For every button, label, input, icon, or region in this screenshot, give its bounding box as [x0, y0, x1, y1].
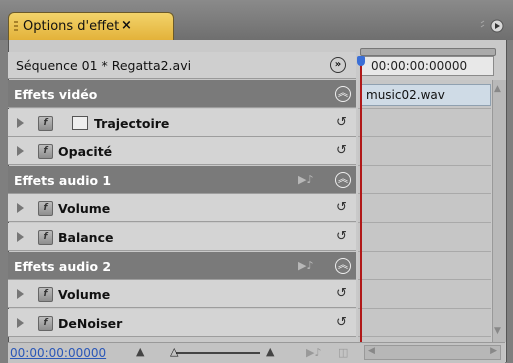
- audio-wave-icon: ▶♪: [298, 172, 314, 186]
- panel-menu-icon: [480, 19, 504, 33]
- zoom-in-icon[interactable]: ▲: [266, 345, 274, 358]
- sequence-header: Séquence 01 * Regatta2.avi »: [8, 52, 356, 79]
- fx-toggle-icon[interactable]: f: [38, 230, 53, 245]
- timeline-row-divider: [358, 250, 491, 252]
- timeline-timecode[interactable]: 00:00:00:00000: [360, 56, 494, 76]
- category-label: Effets vidéo: [14, 87, 98, 102]
- horizontal-scrollbar[interactable]: ◀ ▶: [364, 345, 501, 360]
- timeline-row-divider: [358, 164, 491, 166]
- effect-label: Volume: [58, 287, 111, 303]
- panel-menu-button[interactable]: [477, 18, 505, 34]
- timeline-area[interactable]: [358, 80, 491, 342]
- expand-triangle-icon[interactable]: [17, 232, 24, 242]
- zoom-slider-track[interactable]: [176, 352, 260, 354]
- expand-triangle-icon[interactable]: [17, 203, 24, 214]
- expand-triangle-icon[interactable]: [17, 117, 24, 128]
- collapse-category-icon[interactable]: ︽: [335, 171, 351, 188]
- timeline-ruler[interactable]: [360, 48, 496, 56]
- timeline-row-divider: [358, 307, 491, 309]
- fx-toggle-icon[interactable]: f: [38, 287, 53, 303]
- zoom-slider-thumb-icon[interactable]: △: [170, 345, 178, 358]
- effect-category-row[interactable]: Effets audio 2 ▶♪ ︽: [8, 251, 356, 280]
- reset-effect-icon[interactable]: ↺: [336, 115, 347, 130]
- category-label: Effets audio 2: [14, 258, 112, 274]
- footer-timecode[interactable]: 00:00:00:00000: [10, 346, 106, 360]
- playhead-handle-icon[interactable]: [357, 56, 365, 66]
- tab-grip-icon[interactable]: [14, 21, 18, 33]
- effect-row[interactable]: f Trajectoire ↺: [8, 108, 356, 137]
- effect-row[interactable]: f Opacité ↺: [8, 137, 356, 166]
- reset-effect-icon[interactable]: ↺: [336, 286, 347, 301]
- effect-label: Volume: [58, 201, 111, 217]
- effect-label: Opacité: [58, 144, 113, 160]
- scroll-down-icon[interactable]: ▼: [494, 326, 501, 336]
- category-label: Effets audio 1: [14, 172, 112, 188]
- timeline-timecode-text: 00:00:00:00000: [371, 59, 468, 73]
- loop-audio-icon[interactable]: ▶♪: [306, 346, 321, 359]
- expand-triangle-icon[interactable]: [17, 289, 24, 300]
- tab-close-button[interactable]: ×: [121, 18, 132, 33]
- tab-title: Options d'effet: [23, 19, 120, 34]
- show-timeline-toggle-icon[interactable]: »: [330, 57, 346, 73]
- effect-label: Balance: [58, 230, 114, 245]
- effect-category-row[interactable]: Effets vidéo ︽: [8, 80, 356, 108]
- expand-triangle-icon[interactable]: [17, 146, 24, 157]
- fx-toggle-icon[interactable]: f: [38, 315, 53, 331]
- scroll-left-icon[interactable]: ◀: [368, 346, 375, 356]
- motion-icon: [72, 115, 88, 130]
- sequence-label: Séquence 01 * Regatta2.avi: [16, 58, 192, 73]
- audio-wave-icon: ▶♪: [298, 258, 314, 272]
- fx-toggle-icon[interactable]: f: [38, 201, 53, 217]
- tab-effect-options[interactable]: Options d'effet ×: [8, 12, 174, 40]
- timeline-row-divider: [358, 136, 491, 138]
- effect-row[interactable]: f Balance ↺: [8, 223, 356, 251]
- vertical-scrollbar[interactable]: ▲ ▼: [492, 80, 506, 342]
- expand-triangle-icon[interactable]: [17, 317, 24, 328]
- audio-clip-name: music02.wav: [366, 88, 445, 102]
- timeline-row-divider: [358, 222, 491, 223]
- collapse-category-icon[interactable]: ︽: [335, 86, 351, 102]
- panel-footer: 00:00:00:00000 ▲ △ ▲ ▶♪ ◫ ◀ ▶: [8, 342, 505, 363]
- scroll-right-icon[interactable]: ▶: [490, 346, 497, 356]
- reset-effect-icon[interactable]: ↺: [336, 315, 347, 330]
- reset-effect-icon[interactable]: ↺: [336, 200, 347, 215]
- effect-label: DeNoiser: [58, 315, 123, 331]
- timeline-row-divider: [358, 279, 491, 281]
- timeline-row-divider: [358, 193, 491, 195]
- effect-row[interactable]: f Volume ↺: [8, 194, 356, 223]
- play-only-audio-icon[interactable]: ◫: [338, 346, 348, 359]
- reset-effect-icon[interactable]: ↺: [336, 143, 347, 158]
- effect-category-row[interactable]: Effets audio 1 ▶♪ ︽: [8, 165, 356, 194]
- zoom-out-icon[interactable]: ▲: [136, 345, 144, 358]
- fx-toggle-icon[interactable]: f: [38, 115, 53, 131]
- timeline-row-divider: [358, 336, 491, 338]
- playhead-line[interactable]: [360, 56, 362, 342]
- effect-row[interactable]: f DeNoiser ↺: [8, 308, 356, 337]
- reset-effect-icon[interactable]: ↺: [336, 229, 347, 244]
- audio-clip[interactable]: music02.wav: [361, 84, 491, 106]
- collapse-category-icon[interactable]: ︽: [335, 257, 351, 274]
- fx-toggle-icon[interactable]: f: [38, 144, 53, 160]
- timeline-row-divider: [358, 107, 491, 109]
- effect-label: Trajectoire: [94, 115, 170, 131]
- effect-row[interactable]: f Volume ↺: [8, 280, 356, 309]
- scroll-up-icon[interactable]: ▲: [494, 84, 501, 94]
